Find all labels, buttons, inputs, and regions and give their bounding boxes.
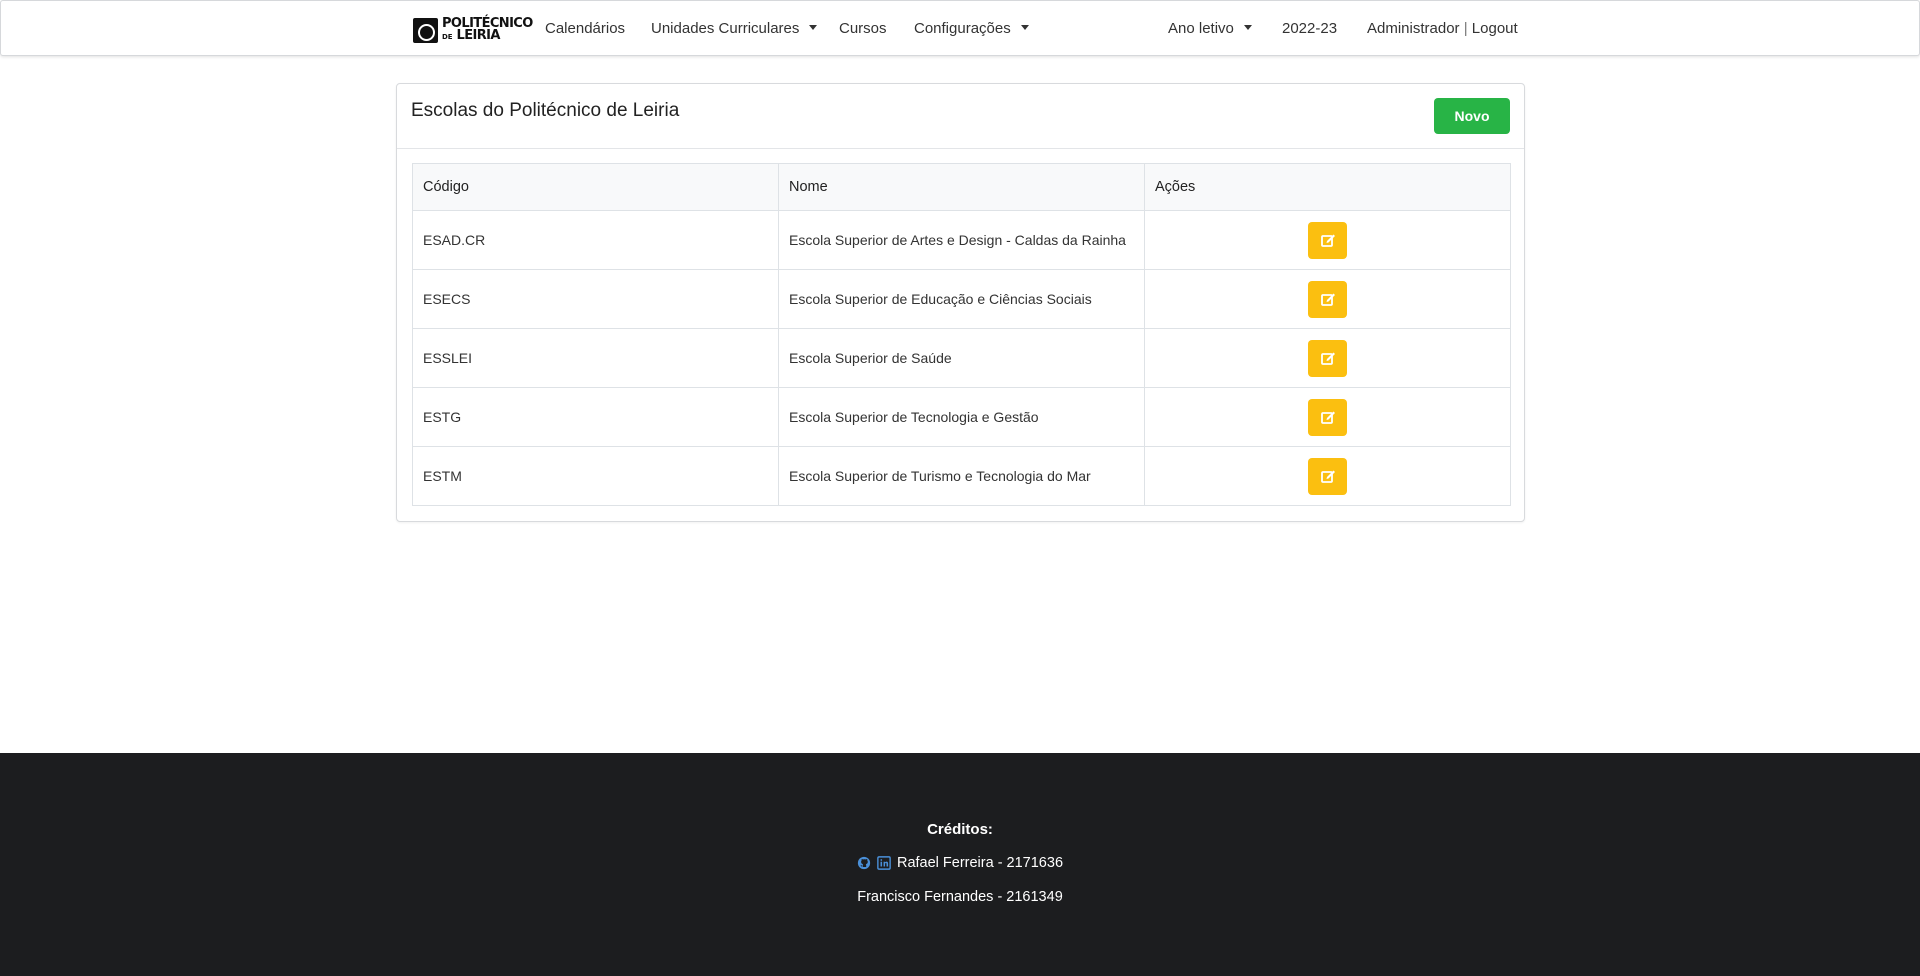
- cell-codigo: ESECS: [412, 269, 779, 329]
- credit-line-1: Rafael Ferreira - 2171636: [0, 855, 1920, 871]
- table-row: ESSLEI Escola Superior de Saúde: [412, 328, 1511, 388]
- edit-button[interactable]: [1308, 221, 1347, 259]
- column-header-acoes: Ações: [1144, 163, 1511, 211]
- brand-line-2-main: LEIRIA: [456, 27, 501, 43]
- column-header-codigo: Código: [412, 163, 779, 211]
- cell-actions: [1144, 446, 1511, 506]
- nav-configuracoes-label: Configurações: [914, 20, 1011, 37]
- nav-ano-value[interactable]: 2022-23: [1282, 19, 1337, 39]
- footer: Créditos: Rafael Ferreira - 2171636 Fran…: [0, 753, 1920, 976]
- caret-down-icon: [1020, 24, 1029, 30]
- edit-button[interactable]: [1308, 398, 1347, 436]
- edit-icon: [1320, 411, 1335, 424]
- schools-card: Escolas do Politécnico de Leiria Novo Có…: [396, 83, 1525, 522]
- github-icon[interactable]: [857, 856, 871, 870]
- cell-codigo: ESTG: [412, 387, 779, 447]
- cell-actions: [1144, 387, 1511, 447]
- cell-actions: [1144, 328, 1511, 388]
- nav-user-area: Administrador | Logout: [1367, 19, 1518, 39]
- table-row: ESTM Escola Superior de Turismo e Tecnol…: [412, 446, 1511, 506]
- table-row: ESTG Escola Superior de Tecnologia e Ges…: [412, 387, 1511, 447]
- nav-separator: |: [1463, 20, 1468, 37]
- nav-ano-letivo-label: Ano letivo: [1168, 20, 1234, 37]
- edit-icon: [1320, 352, 1335, 365]
- nav-calendarios[interactable]: Calendários: [545, 19, 625, 39]
- schools-table: Código Nome Ações ESAD.CR Escola Superio…: [412, 163, 1511, 506]
- cell-nome: Escola Superior de Saúde: [778, 328, 1145, 388]
- edit-button[interactable]: [1308, 339, 1347, 377]
- table-row: ESAD.CR Escola Superior de Artes e Desig…: [412, 210, 1511, 270]
- cell-nome: Escola Superior de Artes e Design - Cald…: [778, 210, 1145, 270]
- nav-user-name[interactable]: Administrador: [1367, 20, 1460, 37]
- credit-name-1: Rafael Ferreira - 2171636: [896, 855, 1064, 871]
- table-row: ESECS Escola Superior de Educação e Ciên…: [412, 269, 1511, 329]
- nav-configuracoes-dropdown[interactable]: Configurações: [914, 19, 1029, 39]
- cell-nome: Escola Superior de Educação e Ciências S…: [778, 269, 1145, 329]
- credit-line-2: Francisco Fernandes - 2161349: [0, 889, 1920, 905]
- credit-name-2: Francisco Fernandes - 2161349: [857, 889, 1063, 905]
- caret-down-icon: [1243, 24, 1252, 30]
- edit-icon: [1320, 293, 1335, 306]
- cell-actions: [1144, 269, 1511, 329]
- nav-cursos[interactable]: Cursos: [839, 19, 887, 39]
- linkedin-icon[interactable]: [877, 856, 891, 870]
- nav-unidades-label: Unidades Curriculares: [651, 20, 800, 37]
- card-header: Escolas do Politécnico de Leiria Novo: [397, 84, 1524, 149]
- brand-text: POLITÉCNICO DE LEIRIA: [442, 17, 533, 43]
- cell-codigo: ESSLEI: [412, 328, 779, 388]
- brand-line-2-prefix: DE: [442, 32, 453, 41]
- column-header-nome: Nome: [778, 163, 1145, 211]
- edit-icon: [1320, 470, 1335, 483]
- brand-line-2: DE LEIRIA: [442, 27, 533, 43]
- brand-logo[interactable]: POLITÉCNICO DE LEIRIA: [413, 16, 533, 44]
- edit-button[interactable]: [1308, 457, 1347, 495]
- new-school-button[interactable]: Novo: [1434, 98, 1510, 134]
- edit-button[interactable]: [1308, 280, 1347, 318]
- top-navbar: POLITÉCNICO DE LEIRIA Calendários Unidad…: [0, 0, 1920, 56]
- cell-nome: Escola Superior de Tecnologia e Gestão: [778, 387, 1145, 447]
- credits-title: Créditos:: [927, 821, 993, 838]
- cell-nome: Escola Superior de Turismo e Tecnologia …: [778, 446, 1145, 506]
- nav-ano-letivo-dropdown[interactable]: Ano letivo: [1168, 19, 1252, 39]
- cell-codigo: ESTM: [412, 446, 779, 506]
- logo-mark-icon: [413, 17, 438, 43]
- cell-actions: [1144, 210, 1511, 270]
- cell-codigo: ESAD.CR: [412, 210, 779, 270]
- nav-unidades-curriculares-dropdown[interactable]: Unidades Curriculares: [651, 19, 818, 39]
- table-header-row: Código Nome Ações: [412, 163, 1511, 211]
- page-title: Escolas do Politécnico de Leiria: [411, 100, 680, 121]
- caret-down-icon: [809, 24, 818, 30]
- edit-icon: [1320, 234, 1335, 247]
- logout-link[interactable]: Logout: [1472, 20, 1518, 37]
